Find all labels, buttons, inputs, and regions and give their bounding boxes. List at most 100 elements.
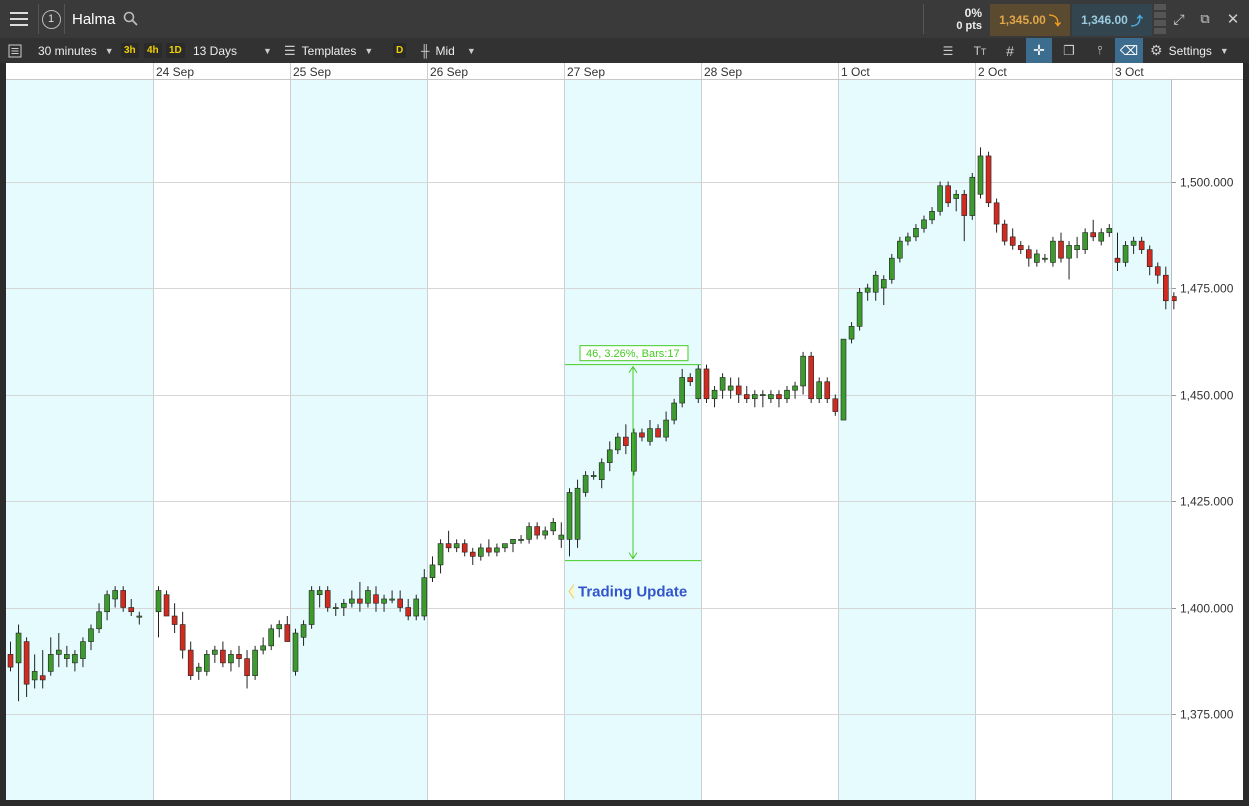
crosshair-button[interactable]: ✛ (1026, 38, 1052, 63)
sell-price: 1,345.00 (999, 13, 1046, 27)
candle-down (373, 594, 379, 604)
candle-up (897, 240, 903, 259)
date-tick-label: 25 Sep (293, 65, 331, 79)
sliders-icon: ☰ (284, 42, 296, 58)
candle-down (220, 649, 226, 664)
candle-down (187, 649, 194, 676)
templates-label: Templates (301, 43, 357, 58)
arrow-down-icon: ⤵ (1048, 13, 1061, 28)
candle-down (486, 547, 492, 553)
chart-right-border (1243, 63, 1249, 806)
candle-up (413, 598, 420, 617)
candle-up (582, 475, 589, 493)
watchlist-number-button[interactable]: 1 (40, 0, 62, 38)
candle-down (324, 590, 331, 608)
hamburger-icon (10, 12, 28, 26)
candle-down (23, 641, 30, 685)
candle-up (204, 654, 210, 672)
day-shading (6, 79, 153, 800)
candle-down (832, 398, 839, 412)
candle-up (848, 326, 855, 340)
range-dropdown[interactable]: 13 Days ▼ (193, 38, 272, 63)
candle-up (1066, 245, 1072, 259)
layers-button[interactable]: ❐ (1057, 38, 1081, 63)
grid-button[interactable]: # (998, 38, 1022, 63)
gear-icon: ⚙ (1150, 42, 1163, 58)
change-display: 0% 0 pts (926, 0, 986, 38)
candle-down (1114, 257, 1121, 263)
chart-list-button[interactable] (8, 38, 22, 63)
candle-down (1026, 249, 1032, 259)
price-type-label: Mid (435, 43, 455, 58)
candle-up (260, 645, 266, 651)
layers-icon: ❐ (1063, 42, 1075, 58)
popout-button[interactable]: ⧉ (1194, 0, 1216, 38)
candle-up (510, 539, 516, 544)
top-bar: 1 Halma 0% 0 pts 1,345.00 ⤵ 1,346.00 ⤴ ⤢… (0, 0, 1249, 39)
candle-down (639, 432, 645, 438)
buy-price-button[interactable]: 1,346.00 ⤴ (1072, 4, 1152, 36)
price-type-badge-button[interactable]: D (393, 38, 407, 63)
price-chart[interactable]: 24 Sep 25 Sep 26 Sep 27 Sep 28 Sep 1 Oct 2 Oct… (0, 63, 1249, 806)
candle-up (80, 641, 86, 659)
candle-down (1171, 296, 1177, 302)
templates-dropdown[interactable]: ☰ Templates ▼ (284, 38, 373, 63)
candle-up (15, 632, 22, 664)
close-button[interactable]: ✕ (1222, 0, 1244, 38)
candle-up (332, 607, 339, 610)
text-tool-button[interactable]: TT (968, 38, 992, 63)
candle-up (590, 475, 597, 477)
interval-1d-button[interactable]: 1D (166, 38, 185, 63)
price-tick-label: 1,375.000 (1180, 708, 1234, 722)
separator (64, 4, 65, 34)
interval-dropdown[interactable]: 30 minutes ▼ (38, 38, 114, 63)
dropdown-caret-icon: ▼ (263, 45, 272, 56)
candle-down (405, 607, 412, 617)
date-tick-label: 2 Oct (978, 65, 1007, 79)
settings-button[interactable]: ⚙ Settings ▼ (1150, 38, 1229, 63)
sell-price-button[interactable]: 1,345.00 ⤵ (990, 4, 1070, 36)
candle-up (96, 611, 102, 630)
candle-down (993, 202, 1000, 225)
candle-up (542, 530, 549, 536)
candle-style-button[interactable]: ⫯ (1088, 38, 1112, 63)
candle-up (614, 436, 621, 451)
interval-3h-button[interactable]: 3h (121, 38, 139, 63)
interval-4h-button[interactable]: 4h (144, 38, 162, 63)
candle-up (112, 590, 118, 600)
date-tick-label: 27 Sep (567, 65, 605, 79)
expand-button[interactable]: ⤢ (1168, 0, 1190, 38)
candle-down (1163, 274, 1169, 302)
instrument-name[interactable]: Halma (72, 11, 115, 28)
candle-down (1090, 232, 1096, 238)
candle-down (623, 436, 629, 446)
candle-down (1154, 266, 1161, 276)
price-tick-label: 1,450.000 (1180, 389, 1234, 403)
settings-label: Settings (1168, 43, 1212, 58)
candle-up (477, 547, 484, 557)
price-tick-label: 1,400.000 (1180, 602, 1234, 616)
candle-down (284, 624, 291, 642)
candle-up (526, 526, 532, 540)
search-icon[interactable] (123, 11, 139, 27)
interval-3h-label: 3h (121, 43, 139, 58)
separator (923, 4, 924, 34)
candle-down (461, 543, 468, 553)
dropdown-caret-icon: ▼ (104, 45, 114, 56)
candle-up (349, 598, 355, 604)
candle-up (550, 521, 557, 532)
candle-up (921, 219, 927, 229)
candle-up (905, 236, 911, 242)
price-tag-button[interactable]: ⌫ (1115, 38, 1143, 63)
interval-4h-label: 4h (144, 43, 162, 58)
candle-up (888, 257, 895, 280)
price-type-dropdown[interactable]: ╫ Mid ▼ (421, 38, 476, 63)
indicators-button[interactable]: ☰ (936, 38, 960, 63)
menu-button[interactable] (0, 0, 38, 38)
search-field[interactable] (150, 3, 920, 35)
tag-icon: ⌫ (1119, 42, 1139, 58)
candle-down (163, 594, 170, 617)
candle-up (453, 543, 460, 549)
candle-up (856, 291, 863, 327)
candle-up (671, 402, 677, 421)
